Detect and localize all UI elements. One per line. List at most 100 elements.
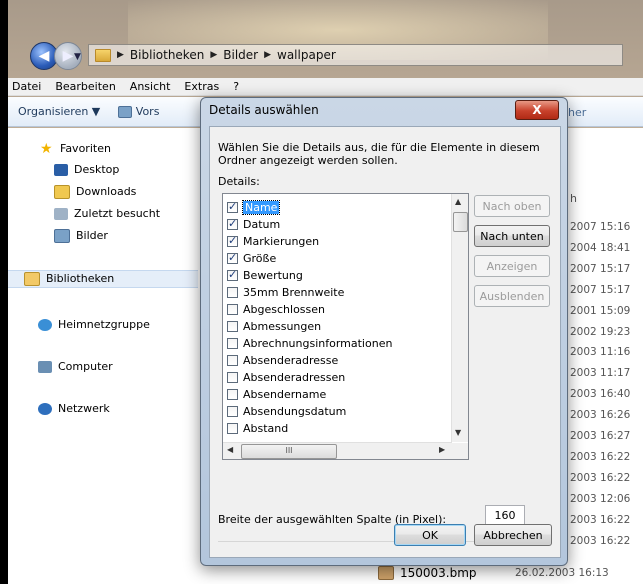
details-item[interactable]: Bewertung [227,267,303,283]
details-item-label: Datum [243,217,281,231]
checkbox[interactable] [227,251,238,264]
ok-button[interactable]: OK [394,524,466,546]
checkbox[interactable] [227,422,238,434]
computer-icon [38,361,52,373]
file-row-150003[interactable]: 150003.bmp 26.02.2003 16:13 [378,566,609,580]
menu-edit[interactable]: Bearbeiten [55,80,115,93]
breadcrumb[interactable]: ▶ Bibliotheken ▶ Bilder ▶ wallpaper [88,44,623,66]
checkbox[interactable] [227,337,238,349]
move-down-button[interactable]: Nach unten [474,225,550,247]
details-item-label: Markierungen [243,234,320,248]
checkbox[interactable] [227,405,238,417]
scroll-thumb[interactable] [453,212,468,232]
details-listbox[interactable]: Name Datum Markierungen Größe Bewertung 35mm … [222,193,469,460]
checkbox[interactable] [227,234,238,247]
details-item[interactable]: Absenderadresse [227,352,338,368]
nav-pictures-label: Bilder [76,229,108,242]
scroll-down-icon[interactable]: ▼ [455,428,461,437]
checkbox[interactable] [227,268,238,281]
menu-file[interactable]: Datei [12,80,41,93]
chevron-right-icon[interactable]: ▶ [210,50,217,60]
nav-downloads[interactable]: Downloads [54,183,136,201]
checkbox[interactable] [227,320,238,332]
horizontal-scrollbar[interactable]: ◀ III ▶ [223,442,452,459]
details-item[interactable]: Abgeschlossen [227,301,325,317]
move-up-button[interactable]: Nach oben [474,195,550,217]
nav-network[interactable]: Netzwerk [38,400,110,418]
close-button[interactable]: X [515,100,559,120]
nav-desktop[interactable]: Desktop [54,161,119,179]
choose-details-dialog: Details auswählen X Wählen Sie die Detai… [200,97,568,566]
details-item-label: Absendungsdatum [243,404,347,418]
details-item[interactable]: Name [227,199,281,215]
details-item-label: Absenderadressen [243,370,346,384]
nav-pictures[interactable]: Bilder [54,227,108,245]
menu-view[interactable]: Ansicht [130,80,171,93]
checkbox[interactable] [227,388,238,400]
menu-help[interactable]: ? [233,80,239,93]
details-item[interactable]: Absendername [227,386,326,402]
nav-computer[interactable]: Computer [38,358,113,376]
details-item[interactable]: Abrechnungsinformationen [227,335,392,351]
details-item-label: Abstand [243,421,289,435]
nav-network-label: Netzwerk [58,402,110,415]
organize-button[interactable]: Organisieren ▼ [18,105,100,118]
scroll-up-icon[interactable]: ▲ [455,197,461,206]
dialog-title: Details auswählen [209,103,319,117]
details-item-label: Größe [243,251,277,265]
checkbox[interactable] [227,354,238,366]
breadcrumb-pictures[interactable]: Bilder [223,48,258,62]
checkbox[interactable] [227,286,238,298]
checkbox[interactable] [227,371,238,383]
pictures-folder-icon [54,229,70,243]
navigation-pane: ★ Favoriten Desktop Downloads Zuletzt be… [8,128,199,584]
nav-computer-label: Computer [58,360,113,373]
file-date-cell: 2003 16:22 [570,450,631,463]
nav-homegroup[interactable]: Heimnetzgruppe [38,316,150,334]
checkbox[interactable] [227,217,238,230]
details-item[interactable]: Datum [227,216,280,232]
details-item[interactable]: Absendungsdatum [227,403,346,419]
details-item-label: Abrechnungsinformationen [243,336,393,350]
scroll-right-icon[interactable]: ▶ [439,445,445,454]
details-item-label: Absenderadresse [243,353,339,367]
details-item[interactable]: Abstand [227,420,288,436]
cancel-button[interactable]: Abbrechen [474,524,552,546]
show-button[interactable]: Anzeigen [474,255,550,277]
vertical-scrollbar[interactable]: ▲ ▼ [451,194,468,442]
file-name: 150003.bmp [400,566,477,580]
details-item[interactable]: Abmessungen [227,318,321,334]
hide-button[interactable]: Ausblenden [474,285,550,307]
checkbox[interactable] [227,200,238,213]
recent-places-icon [54,208,68,220]
file-date-cell: 2003 16:22 [570,534,631,547]
file-date-cell: 2002 19:23 [570,325,631,338]
scroll-left-icon[interactable]: ◀ [227,445,233,454]
menu-bar: Datei Bearbeiten Ansicht Extras ? [8,78,643,96]
details-item[interactable]: Absenderadressen [227,369,345,385]
history-dropdown-icon[interactable]: ▼ [74,52,81,62]
toolbar-right-fragment[interactable]: her [568,106,586,119]
breadcrumb-libraries[interactable]: Bibliotheken [130,48,204,62]
preview-button[interactable]: Vors [118,105,159,118]
nav-favorites-label: Favoriten [60,142,111,155]
nav-favorites[interactable]: ★ Favoriten [40,140,111,158]
details-item[interactable]: Markierungen [227,233,319,249]
details-item[interactable]: Größe [227,250,276,266]
file-date-cell: 2004 18:41 [570,241,631,254]
breadcrumb-wallpaper[interactable]: wallpaper [277,48,336,62]
details-item-label: Bewertung [243,268,303,282]
nav-libraries[interactable]: Bibliotheken [8,270,198,288]
chevron-right-icon[interactable]: ▶ [264,50,271,60]
horizontal-scroll-thumb[interactable]: III [241,444,337,459]
menu-tools[interactable]: Extras [184,80,219,93]
chevron-right-icon[interactable]: ▶ [117,50,124,60]
file-date-cell: 2007 15:17 [570,262,631,275]
file-date-cell: 2007 15:17 [570,283,631,296]
nav-recent[interactable]: Zuletzt besucht [54,205,160,223]
details-item[interactable]: 35mm Brennweite [227,284,344,300]
dialog-body: Wählen Sie die Details aus, die für die … [209,126,561,558]
downloads-folder-icon [54,185,70,199]
file-date-cell: 2003 16:22 [570,471,631,484]
checkbox[interactable] [227,303,238,315]
